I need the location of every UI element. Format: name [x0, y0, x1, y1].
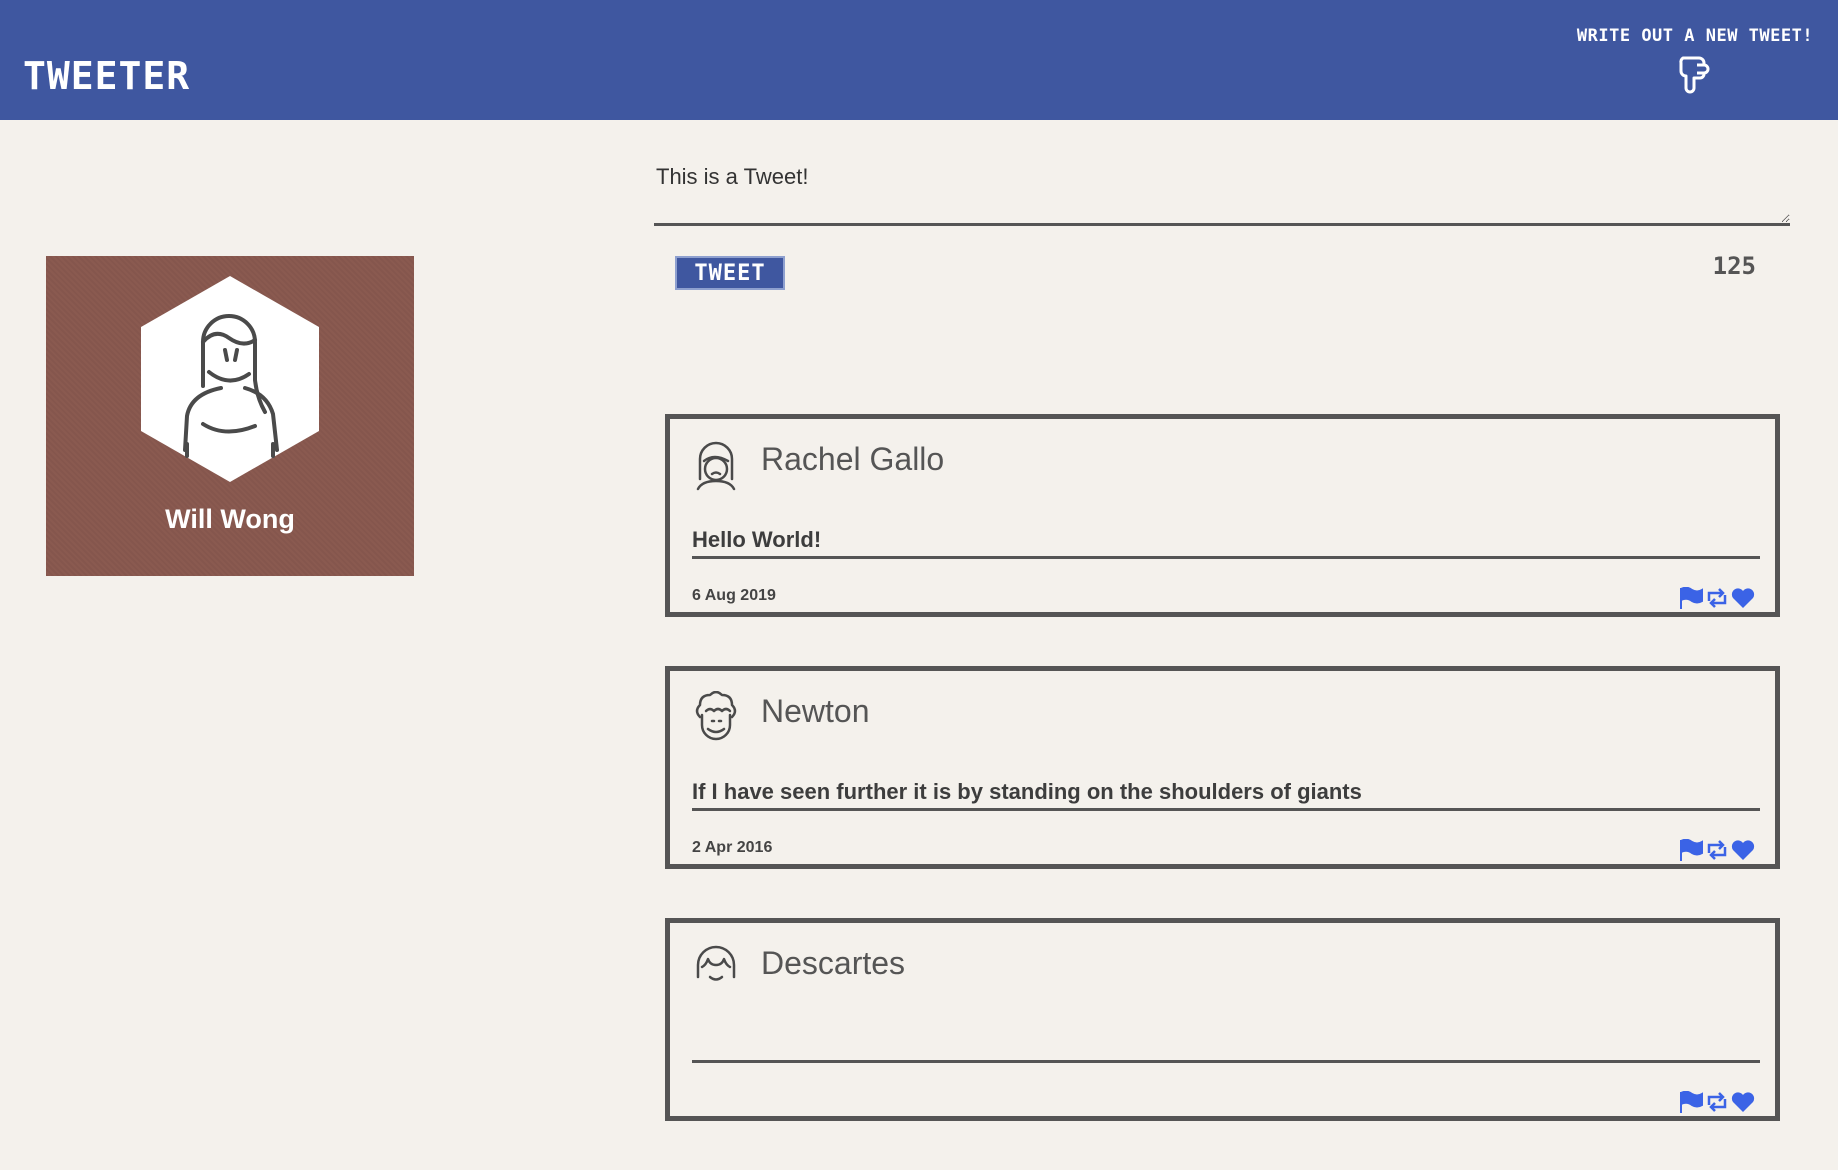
retweet-icon[interactable] — [1705, 1091, 1729, 1113]
character-counter: 125 — [1712, 252, 1756, 280]
tweet-actions — [1679, 839, 1755, 861]
bangs-avatar-icon — [696, 945, 736, 981]
retweet-icon[interactable] — [1705, 839, 1729, 861]
woman-avatar-icon — [141, 276, 319, 482]
pointing-down-hand-icon[interactable] — [1675, 52, 1715, 94]
tweet-button[interactable]: TWEET — [675, 256, 785, 290]
tweet-textarea[interactable]: This is a Tweet! — [654, 140, 1790, 226]
tweet-content: If I have seen further it is by standing… — [692, 779, 1760, 811]
curly-hair-man-avatar-icon — [695, 691, 737, 741]
flag-icon[interactable] — [1679, 1091, 1703, 1113]
tweet-author: Rachel Gallo — [761, 441, 945, 477]
tweet-content: Hello World! — [692, 527, 1760, 559]
top-nav: TWEETER WRITE OUT A NEW TWEET! — [0, 0, 1838, 120]
heart-icon[interactable] — [1731, 839, 1755, 861]
tweet-card: Newton If I have seen further it is by s… — [665, 666, 1780, 869]
flag-icon[interactable] — [1679, 839, 1703, 861]
tweet-actions — [1679, 587, 1755, 609]
compose-label[interactable]: WRITE OUT A NEW TWEET! — [1560, 26, 1830, 46]
tweet-content — [692, 1031, 1760, 1063]
heart-icon[interactable] — [1731, 1091, 1755, 1113]
tweet-date: 2 Apr 2016 — [692, 839, 773, 856]
heart-icon[interactable] — [1731, 587, 1755, 609]
brand-logo[interactable]: TWEETER — [23, 54, 190, 98]
tweet-card: Descartes — [665, 918, 1780, 1121]
compose-toggle[interactable]: WRITE OUT A NEW TWEET! — [1560, 26, 1830, 94]
profile-name: Will Wong — [165, 504, 295, 534]
new-tweet-form: This is a Tweet! TWEET 125 — [654, 140, 1790, 290]
tweet-date: 6 Aug 2019 — [692, 587, 776, 604]
tweet-card: Rachel Gallo Hello World! 6 Aug 2019 — [665, 414, 1780, 617]
tweet-author: Newton — [761, 693, 870, 729]
tweet-author: Descartes — [761, 945, 906, 981]
profile-card: Will Wong — [46, 256, 414, 576]
retweet-icon[interactable] — [1705, 587, 1729, 609]
flag-icon[interactable] — [1679, 587, 1703, 609]
tweet-feed: Rachel Gallo Hello World! 6 Aug 2019 New… — [665, 414, 1780, 1170]
tweet-actions — [1679, 1091, 1755, 1113]
woman-avatar-icon — [696, 441, 736, 491]
